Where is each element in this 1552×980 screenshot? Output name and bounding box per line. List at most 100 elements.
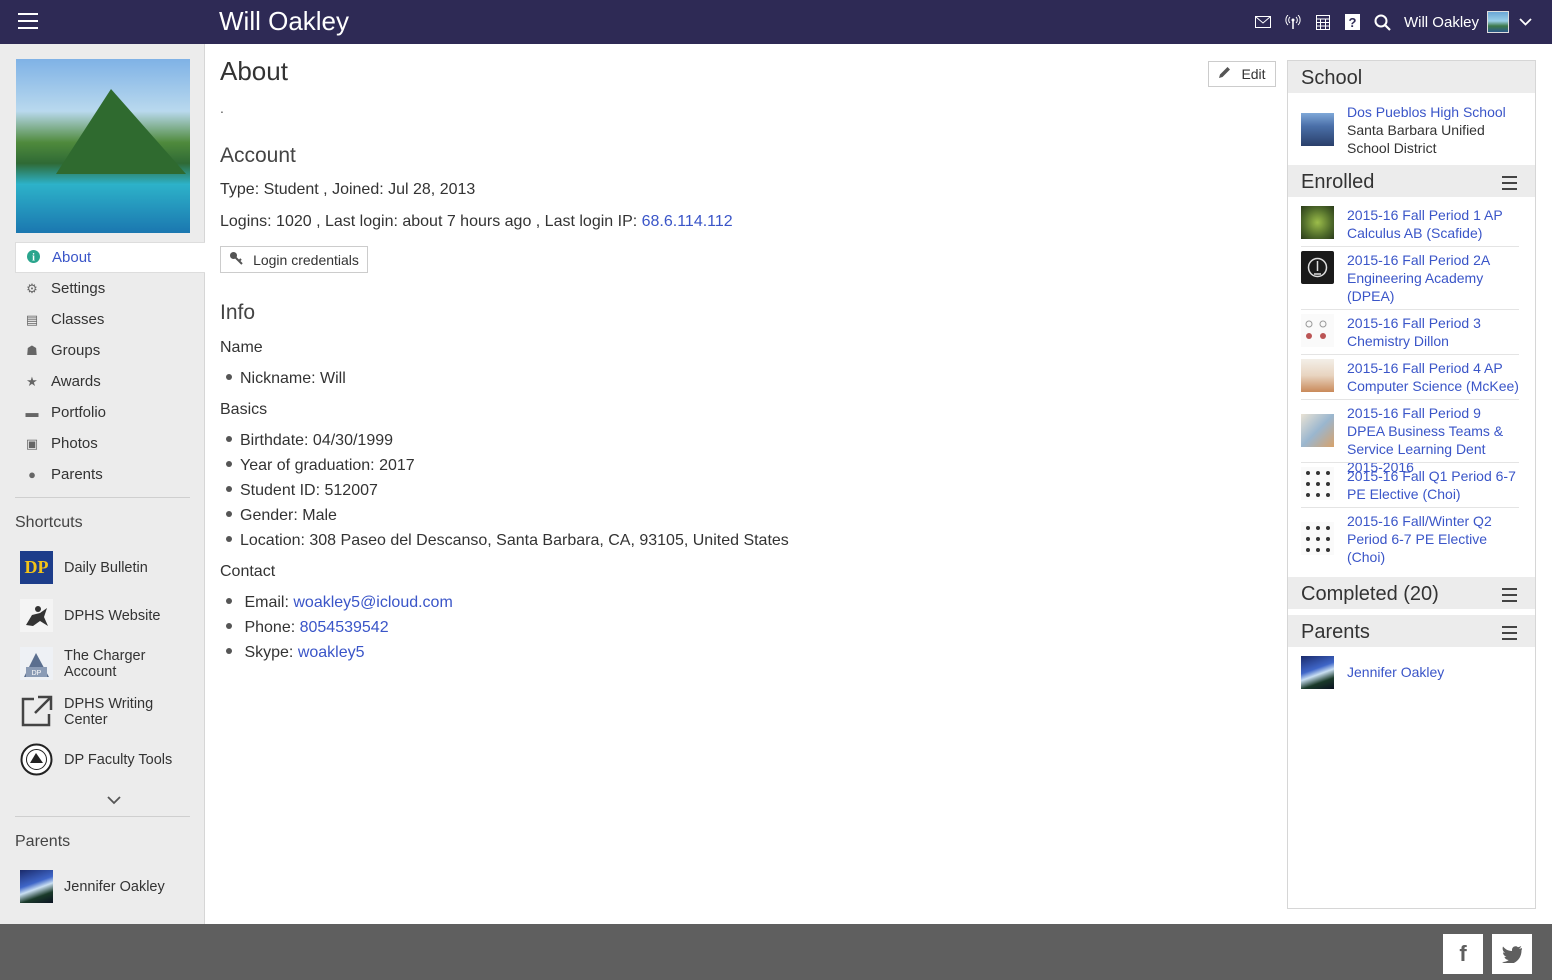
course-link[interactable]: 2015-16 Fall Period 9 DPEA Business Team… bbox=[1347, 404, 1521, 476]
course-thumbnail bbox=[1301, 467, 1334, 500]
calendar-icon[interactable] bbox=[1308, 0, 1338, 44]
dp-logo-icon: DP bbox=[20, 551, 53, 584]
school-district: Santa Barbara Unified School District bbox=[1347, 122, 1485, 156]
info-icon: i bbox=[26, 249, 40, 266]
course-item[interactable]: 2015-16 Fall Q1 Period 6-7 PE Elective (… bbox=[1301, 467, 1521, 503]
course-link[interactable]: 2015-16 Fall Q1 Period 6-7 PE Elective (… bbox=[1347, 467, 1521, 503]
nav-item-label: Awards bbox=[51, 373, 101, 390]
profile-photo[interactable] bbox=[16, 59, 190, 233]
enrolled-menu-icon[interactable] bbox=[1502, 176, 1517, 194]
completed-heading[interactable]: Completed (20) bbox=[1288, 577, 1535, 609]
show-more-chevron-icon[interactable] bbox=[107, 792, 121, 808]
user-name[interactable]: Will Oakley bbox=[1404, 14, 1479, 31]
mail-icon[interactable] bbox=[1248, 0, 1278, 44]
person-icon: ● bbox=[28, 467, 36, 482]
chevron-down-icon[interactable] bbox=[1519, 13, 1532, 31]
shortcut-label: The Charger Account bbox=[64, 647, 146, 680]
nav-item-classes[interactable]: ▤ Classes bbox=[15, 304, 205, 335]
user-avatar[interactable] bbox=[1487, 11, 1509, 33]
course-thumbnail bbox=[1301, 414, 1334, 447]
users-icon: ☗ bbox=[26, 342, 38, 358]
account-logins-line: Logins: 1020 , Last login: about 7 hours… bbox=[220, 213, 733, 231]
parent-avatar bbox=[1301, 656, 1334, 689]
shortcuts-heading: Shortcuts bbox=[15, 514, 83, 531]
nav-item-groups[interactable]: ☗ Groups bbox=[15, 335, 205, 366]
graduation-item: Year of graduation: 2017 bbox=[226, 457, 415, 475]
phone-link[interactable]: 8054539542 bbox=[300, 619, 389, 636]
course-link[interactable]: 2015-16 Fall Period 3 Chemistry Dillon bbox=[1347, 314, 1521, 350]
school-item[interactable]: Dos Pueblos High School Santa Barbara Un… bbox=[1301, 103, 1521, 157]
account-type-line: Type: Student , Joined: Jul 28, 2013 bbox=[220, 181, 476, 198]
login-credentials-button[interactable]: Login credentials bbox=[220, 246, 368, 273]
course-item[interactable]: 2015-16 Fall/Winter Q2 Period 6-7 PE Ele… bbox=[1301, 512, 1521, 566]
parent-link[interactable]: Jennifer Oakley bbox=[1347, 656, 1444, 689]
help-icon[interactable]: ? bbox=[1338, 0, 1368, 44]
charger-account-logo-icon: DP bbox=[20, 647, 53, 680]
course-item[interactable]: 2015-16 Fall Period 9 DPEA Business Team… bbox=[1301, 404, 1521, 476]
location-item: Location: 308 Paseo del Descanso, Santa … bbox=[226, 532, 789, 550]
shortcut-writing-center[interactable]: DPHS Writing Center bbox=[20, 695, 200, 728]
basics-heading: Basics bbox=[220, 401, 268, 418]
parent-link[interactable]: Jennifer Oakley bbox=[20, 870, 200, 903]
parents-heading: Parents bbox=[15, 833, 71, 850]
signal-icon[interactable] bbox=[1278, 0, 1308, 44]
course-link[interactable]: 2015-16 Fall Period 4 AP Computer Scienc… bbox=[1347, 359, 1521, 395]
shortcut-faculty-tools[interactable]: DP Faculty Tools bbox=[20, 743, 200, 776]
parents-menu-icon[interactable] bbox=[1502, 626, 1517, 644]
phone-label: Phone: bbox=[244, 619, 300, 636]
shortcut-label: DP Faculty Tools bbox=[64, 751, 173, 768]
course-item[interactable]: 2015-16 Fall Period 4 AP Computer Scienc… bbox=[1301, 359, 1521, 395]
course-item[interactable]: 2015-16 Fall Period 1 AP Calculus AB (Sc… bbox=[1301, 206, 1521, 242]
school-name-link[interactable]: Dos Pueblos High School bbox=[1347, 103, 1521, 121]
shortcut-dphs-website[interactable]: DPHS Website bbox=[20, 599, 200, 632]
nav-item-awards[interactable]: ★ Awards bbox=[15, 366, 205, 397]
course-link[interactable]: 2015-16 Fall/Winter Q2 Period 6-7 PE Ele… bbox=[1347, 512, 1521, 566]
shortcut-label: DPHS Writing Center bbox=[64, 695, 154, 728]
edit-button[interactable]: Edit bbox=[1208, 61, 1276, 87]
parent-item[interactable]: Jennifer Oakley bbox=[1301, 656, 1521, 689]
school-heading: School bbox=[1288, 61, 1535, 93]
nav-item-about[interactable]: i About bbox=[15, 242, 205, 273]
nav-item-settings[interactable]: ⚙ Settings bbox=[15, 273, 205, 304]
nav-item-label: Parents bbox=[51, 466, 103, 483]
shortcut-daily-bulletin[interactable]: DP Daily Bulletin bbox=[20, 551, 200, 584]
completed-heading-label: Completed (20) bbox=[1301, 583, 1439, 605]
search-icon[interactable] bbox=[1368, 0, 1398, 44]
divider bbox=[1301, 246, 1519, 247]
star-icon: ★ bbox=[26, 373, 38, 389]
course-item[interactable]: 2015-16 Fall Period 3 Chemistry Dillon bbox=[1301, 314, 1521, 350]
right-panel: School Dos Pueblos High School Santa Bar… bbox=[1287, 60, 1536, 909]
divider bbox=[1301, 507, 1519, 508]
school-thumbnail bbox=[1301, 113, 1334, 146]
book-icon: ▤ bbox=[25, 311, 39, 327]
twitter-icon[interactable] bbox=[1492, 934, 1532, 974]
course-thumbnail bbox=[1301, 314, 1334, 347]
enrolled-heading-label: Enrolled bbox=[1301, 171, 1375, 193]
course-link[interactable]: 2015-16 Fall Period 1 AP Calculus AB (Sc… bbox=[1347, 206, 1521, 242]
email-link[interactable]: woakley5@icloud.com bbox=[293, 594, 452, 611]
login-ip-link[interactable]: 68.6.114.112 bbox=[642, 213, 733, 230]
nav-item-photos[interactable]: ▣ Photos bbox=[15, 428, 205, 459]
skype-link[interactable]: woakley5 bbox=[298, 644, 365, 661]
email-label: Email: bbox=[244, 594, 294, 611]
nav-item-label: Classes bbox=[51, 311, 105, 328]
student-id-item: Student ID: 512007 bbox=[226, 482, 378, 500]
menu-icon[interactable] bbox=[18, 13, 38, 31]
shortcut-charger-account[interactable]: DP The Charger Account bbox=[20, 647, 200, 680]
course-item[interactable]: 2015-16 Fall Period 2A Engineering Acade… bbox=[1301, 251, 1521, 305]
svg-text:i: i bbox=[32, 252, 35, 263]
info-heading: Info bbox=[220, 301, 256, 324]
gender-item: Gender: Male bbox=[226, 507, 337, 525]
profile-nav: i About ⚙ Settings ▤ Classes ☗ Groups ★ … bbox=[15, 242, 205, 490]
completed-menu-icon[interactable] bbox=[1502, 588, 1517, 606]
course-thumbnail bbox=[1301, 522, 1334, 555]
parent-avatar bbox=[20, 870, 53, 903]
facebook-icon[interactable]: f bbox=[1443, 934, 1483, 974]
course-link[interactable]: 2015-16 Fall Period 2A Engineering Acade… bbox=[1347, 251, 1521, 305]
nav-item-parents[interactable]: ● Parents bbox=[15, 459, 205, 490]
nav-item-portfolio[interactable]: ▬ Portfolio bbox=[15, 397, 205, 428]
email-item: Email: woakley5@icloud.com bbox=[226, 594, 452, 612]
skype-label: Skype: bbox=[244, 644, 298, 661]
course-thumbnail bbox=[1301, 359, 1334, 392]
divider bbox=[1301, 309, 1519, 310]
